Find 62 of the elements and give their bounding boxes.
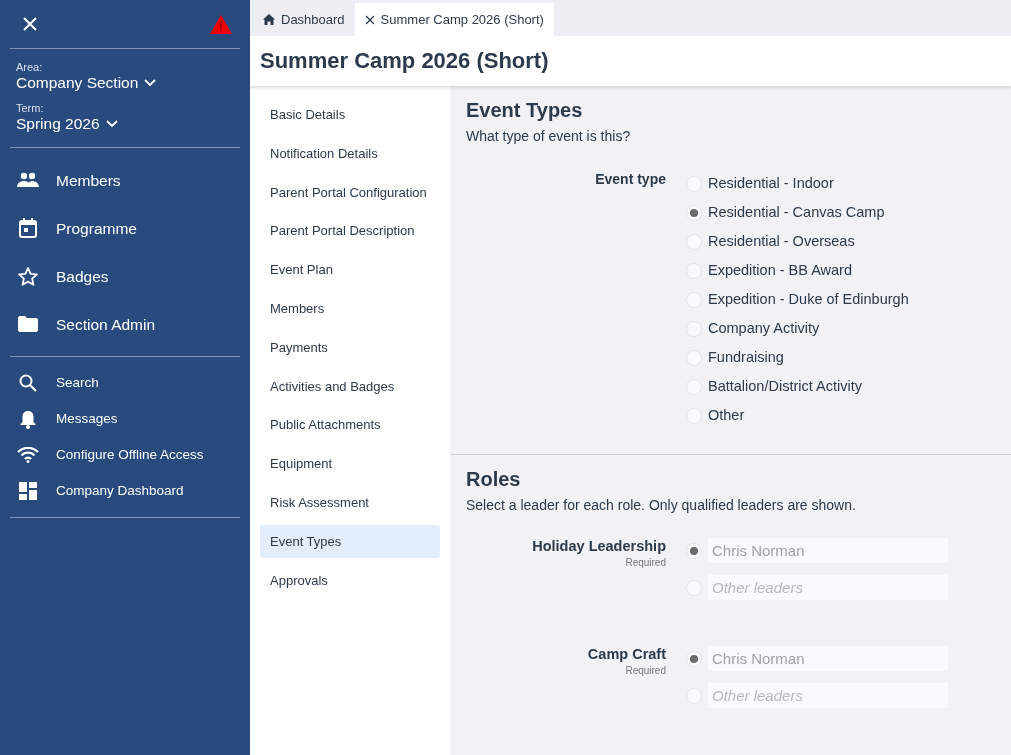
calendar-icon <box>19 218 37 239</box>
role-name: Camp Craft <box>586 646 666 664</box>
field-label: Event type <box>595 171 666 187</box>
grid-icon <box>19 482 37 501</box>
wifi-icon <box>17 447 39 464</box>
people-icon <box>17 172 39 189</box>
field-label: Term: <box>16 102 45 115</box>
radio-button[interactable] <box>686 650 702 667</box>
warning-icon[interactable] <box>210 14 232 34</box>
close-icon[interactable] <box>364 14 375 25</box>
section-nav-item[interactable]: Parent Portal Configuration <box>260 175 440 209</box>
radio-label: Battalion/District Activity <box>708 376 862 396</box>
section-nav-item[interactable]: Members <box>260 292 440 325</box>
radio-label: Expedition - BB Award <box>708 260 852 280</box>
section-nav-item[interactable]: Approvals <box>260 563 440 597</box>
field-label: Area: <box>16 61 44 74</box>
nav-item[interactable]: Search <box>10 365 240 402</box>
section-nav-item[interactable]: Activities and Badges <box>260 369 440 403</box>
radio-button[interactable] <box>686 204 702 221</box>
tab[interactable]: Summer Camp 2026 (Short) <box>354 3 554 36</box>
radio-label: Residential - Canvas Camp <box>708 202 885 222</box>
bell-icon <box>20 409 36 429</box>
role-name: Holiday Leadership <box>531 538 666 556</box>
nav-item[interactable]: Company Dashboard <box>10 473 240 510</box>
radio-label: Expedition - Duke of Edinburgh <box>708 289 909 309</box>
section-nav-item[interactable]: Payments <box>260 330 440 364</box>
section-nav-item[interactable]: Basic Details <box>260 98 440 131</box>
nav-item[interactable]: Section Admin <box>10 300 240 349</box>
nav-item[interactable]: Programme <box>10 204 240 253</box>
section-heading: Roles <box>466 467 522 491</box>
tab[interactable]: Dashboard <box>253 3 355 36</box>
radio-label: Residential - Indoor <box>708 173 834 193</box>
section-nav-item[interactable]: Risk Assessment <box>260 485 440 519</box>
folder-icon <box>18 316 38 333</box>
section-nav-item[interactable]: Public Attachments <box>260 408 440 442</box>
page-title: Summer Camp 2026 (Short) <box>250 36 1011 86</box>
section-nav-item[interactable]: Equipment <box>260 447 440 481</box>
star-icon <box>18 266 38 286</box>
section-nav-item[interactable]: Parent Portal Description <box>260 214 440 248</box>
nav-item[interactable]: Members <box>10 156 240 205</box>
nav-item[interactable]: Messages <box>10 401 240 438</box>
radio-label: Residential - Overseas <box>708 231 855 251</box>
dropdown[interactable]: Company Section <box>16 74 157 93</box>
nav-item[interactable]: Configure Offline Access <box>10 437 240 474</box>
section-nav-item[interactable]: Event Types <box>260 524 440 558</box>
radio-label: Company Activity <box>708 318 820 338</box>
section-description: What type of event is this? <box>466 127 632 146</box>
radio-button[interactable] <box>686 542 702 559</box>
nav-item[interactable]: Badges <box>10 252 240 301</box>
required-note: Required <box>624 664 666 679</box>
home-icon <box>263 14 275 25</box>
section-heading: Event Types <box>466 98 584 122</box>
dropdown[interactable]: Spring 2026 <box>16 115 118 134</box>
section-nav-item[interactable]: Notification Details <box>260 136 440 170</box>
radio-label: Other <box>708 405 745 425</box>
section-description: Select a leader for each role. Only qualified leaders are shown. <box>466 496 857 515</box>
search-icon <box>19 374 37 393</box>
chevron-down-icon <box>144 79 157 88</box>
chevron-down-icon <box>105 120 118 129</box>
required-note: Required <box>624 556 666 571</box>
section-nav-item[interactable]: Event Plan <box>260 253 440 287</box>
radio-label: Fundraising <box>708 347 784 367</box>
